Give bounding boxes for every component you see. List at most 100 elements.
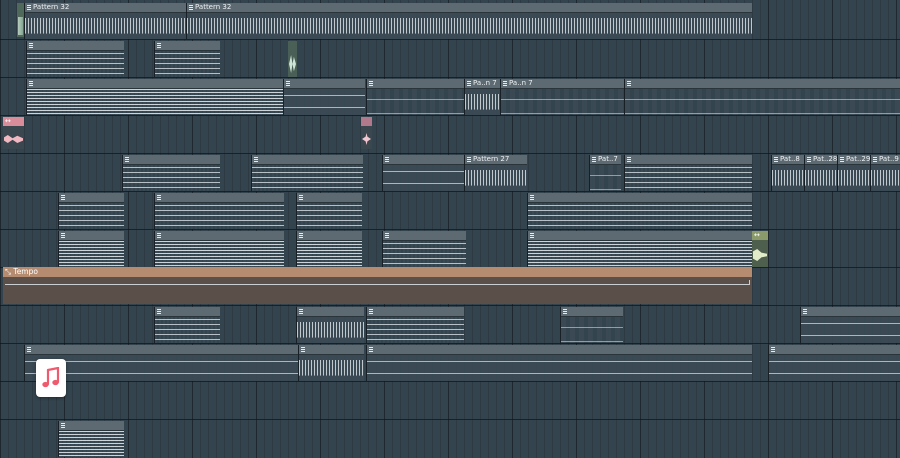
clip-label (59, 421, 124, 431)
pattern-clip[interactable] (154, 41, 220, 77)
pattern-clip[interactable] (560, 307, 623, 343)
clip-label (367, 345, 752, 355)
clip-label (625, 79, 900, 89)
clip-label (155, 231, 284, 241)
pattern-clip[interactable] (154, 307, 220, 343)
track-separator (0, 343, 900, 344)
pattern-clip[interactable] (527, 193, 752, 229)
audio-clip[interactable] (288, 41, 297, 77)
clip-label (383, 231, 466, 241)
pattern-clip[interactable] (800, 307, 900, 343)
pattern-clip[interactable] (283, 79, 365, 115)
clip-label (284, 79, 365, 89)
pattern-clip[interactable]: Pa..n 7 (500, 79, 624, 115)
clip-label: Pattern 27 (465, 155, 527, 165)
track-separator (0, 229, 900, 230)
clip-label (297, 307, 364, 317)
track-separator (0, 77, 900, 78)
music-file-icon[interactable] (36, 359, 66, 397)
pattern-clip[interactable] (251, 155, 363, 191)
pattern-clip[interactable]: Pat..8 (771, 155, 804, 191)
pattern-clip[interactable]: Pat..7 (589, 155, 621, 191)
clip-label (528, 193, 752, 203)
audio-clip-label (361, 117, 372, 126)
pattern-clip[interactable] (26, 79, 284, 115)
clip-label (528, 231, 752, 241)
clip-label (769, 345, 900, 355)
pattern-clip[interactable] (382, 155, 464, 191)
audio-clip[interactable]: ↔ (752, 231, 768, 267)
clip-label: Pat..28 (805, 155, 837, 165)
pattern-clip[interactable] (296, 193, 362, 229)
pattern-clip[interactable]: Pattern 32 (24, 3, 191, 39)
tempo-automation-clip[interactable]: ⤡ Tempo (3, 267, 752, 304)
pattern-clip[interactable] (527, 231, 752, 267)
pattern-clip[interactable] (58, 193, 124, 229)
pattern-clip[interactable] (382, 231, 466, 267)
clip-label: Pat..8 (772, 155, 804, 165)
clip-label (297, 231, 362, 241)
track-separator (0, 153, 900, 154)
clip-label (155, 193, 284, 203)
music-note-icon (42, 367, 60, 388)
tempo-label: Tempo (13, 267, 38, 276)
clip-label (155, 41, 220, 51)
clip-label (59, 231, 124, 241)
clip-label (561, 307, 623, 317)
audio-clip[interactable] (17, 3, 24, 37)
playlist-area[interactable]: Pattern 32 Pattern 32 Pa..n 7 Pa..n 7 ↔ (0, 0, 900, 458)
clip-label: Pattern 32 (25, 3, 191, 13)
audio-clip[interactable]: ↔ (3, 117, 24, 149)
tempo-curve-end (749, 280, 750, 285)
pattern-clip[interactable] (366, 307, 464, 343)
pattern-clip[interactable] (122, 155, 220, 191)
clip-label (299, 345, 364, 355)
pattern-clip[interactable] (26, 41, 124, 77)
clip-label (625, 155, 752, 165)
pattern-clip[interactable] (366, 345, 752, 381)
track-separator (0, 305, 900, 306)
clip-label (27, 41, 124, 51)
clip-label (155, 307, 220, 317)
pattern-clip[interactable] (58, 421, 124, 457)
pattern-clip[interactable] (768, 345, 900, 381)
clip-label: Pattern 32 (187, 3, 752, 13)
clip-label (801, 307, 900, 317)
tempo-curve (5, 284, 750, 285)
pattern-clip[interactable]: Pa..n 7 (464, 79, 500, 115)
clip-label (27, 79, 284, 89)
pattern-clip[interactable] (58, 231, 124, 267)
clip-label: Pa..n 7 (465, 79, 500, 89)
pattern-clip[interactable] (366, 79, 464, 115)
pattern-clip[interactable] (154, 231, 284, 267)
automation-curve-icon: ⤡ (5, 267, 11, 276)
pattern-clip[interactable]: Pat..28 (804, 155, 837, 191)
clip-label (252, 155, 363, 165)
clip-label: Pat..29 (838, 155, 870, 165)
track-separator (0, 191, 900, 192)
audio-clip[interactable] (361, 117, 372, 149)
clip-label: Pat..7 (590, 155, 621, 165)
track-separator (0, 115, 900, 116)
pattern-clip[interactable] (624, 155, 752, 191)
audio-clip-label: ↔ (752, 231, 768, 240)
pattern-clip[interactable] (624, 79, 900, 115)
track-separator (0, 39, 900, 40)
pattern-clip[interactable] (298, 345, 364, 381)
pattern-clip[interactable] (296, 307, 364, 343)
pattern-clip[interactable]: Pattern 32 (186, 3, 752, 39)
pattern-clip[interactable]: Pat..29 (837, 155, 870, 191)
track-separator (0, 419, 900, 420)
clip-label (383, 155, 464, 165)
clip-label (367, 79, 464, 89)
clip-label (59, 193, 124, 203)
pattern-clip[interactable]: Pattern 27 (464, 155, 527, 191)
audio-clip-label: ↔ (3, 117, 24, 126)
clip-label (297, 193, 362, 203)
pattern-clip[interactable]: Pat..9 (870, 155, 900, 191)
clip-label: Pat..9 (871, 155, 900, 165)
clip-label (25, 345, 298, 355)
pattern-clip[interactable] (296, 231, 362, 267)
pattern-clip[interactable] (154, 193, 284, 229)
track-separator (0, 381, 900, 382)
